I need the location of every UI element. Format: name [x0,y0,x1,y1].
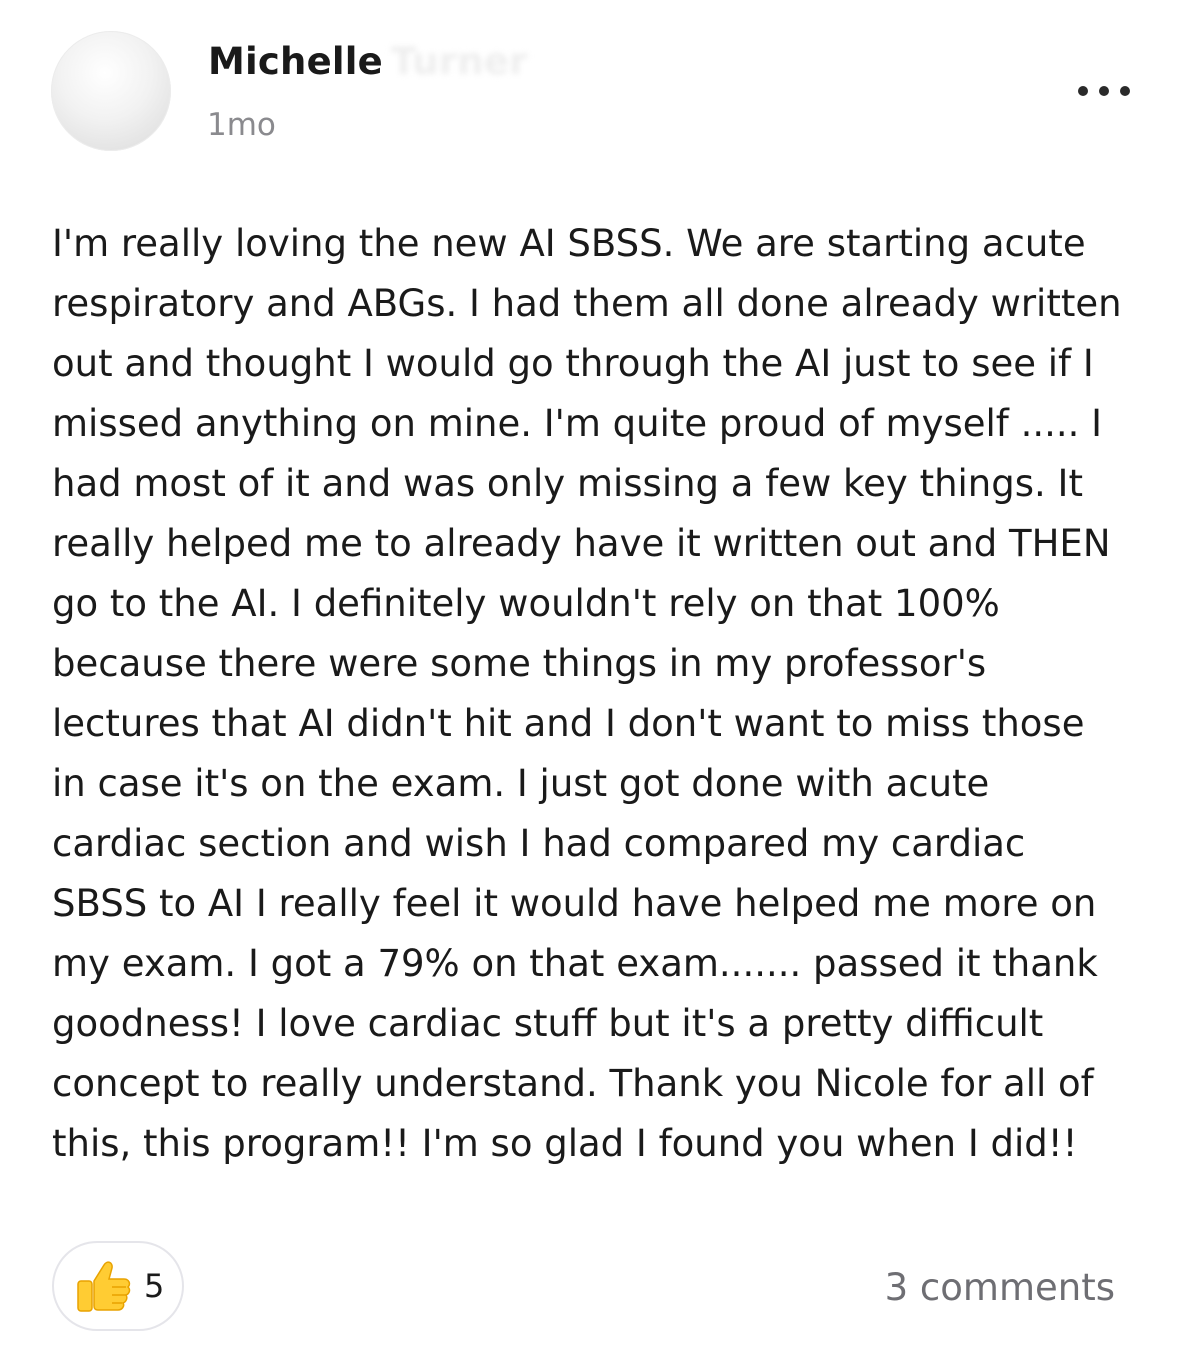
post-line: my exam. I got a 79% on that exam.......… [52,942,1098,985]
post-line: I'm really loving the new AI SBSS. We ar… [52,222,1086,265]
post-line: go to the AI. I definitely wouldn't rely… [52,582,1000,625]
post-line: goodness! I love cardiac stuff but it's … [52,1002,1044,1045]
avatar[interactable] [51,31,171,151]
post-line: respiratory and ABGs. I had them all don… [52,282,1122,325]
post-card: Michelle Turner 1mo I'm really loving the… [0,0,1179,1345]
author-name[interactable]: Michelle Turner [208,40,528,83]
post-timestamp: 1mo [207,107,276,143]
post-line: missed anything on mine. I'm quite proud… [52,402,1103,445]
author-first-name: Michelle [208,40,383,83]
post-line: SBSS to AI I really feel it would have h… [52,882,1097,925]
post-line: cardiac section and wish I had compared … [52,822,1026,865]
post-body: I'm really loving the new AI SBSS. We ar… [52,214,1142,1174]
reaction-count: 5 [144,1267,165,1305]
more-options-button[interactable] [1078,80,1130,102]
post-line: this, this program!! I'm so glad I found… [52,1122,1078,1165]
post-line: lectures that AI didn't hit and I don't … [52,702,1085,745]
post-line: concept to really understand. Thank you … [52,1062,1094,1105]
post-line: really helped me to already have it writ… [52,522,1111,565]
author-last-name-blurred: Turner [390,40,528,83]
post-line: in case it's on the exam. I just got don… [52,762,990,805]
thumbs-up-icon [77,1261,131,1312]
comments-link[interactable]: 3 comments [885,1266,1115,1309]
post-line: because there were some things in my pro… [52,642,987,685]
post-line: out and thought I would go through the A… [52,342,1094,385]
post-line: had most of it and was only missing a fe… [52,462,1083,505]
more-horizontal-icon [1078,86,1088,96]
reaction-button[interactable]: 5 [52,1241,184,1331]
